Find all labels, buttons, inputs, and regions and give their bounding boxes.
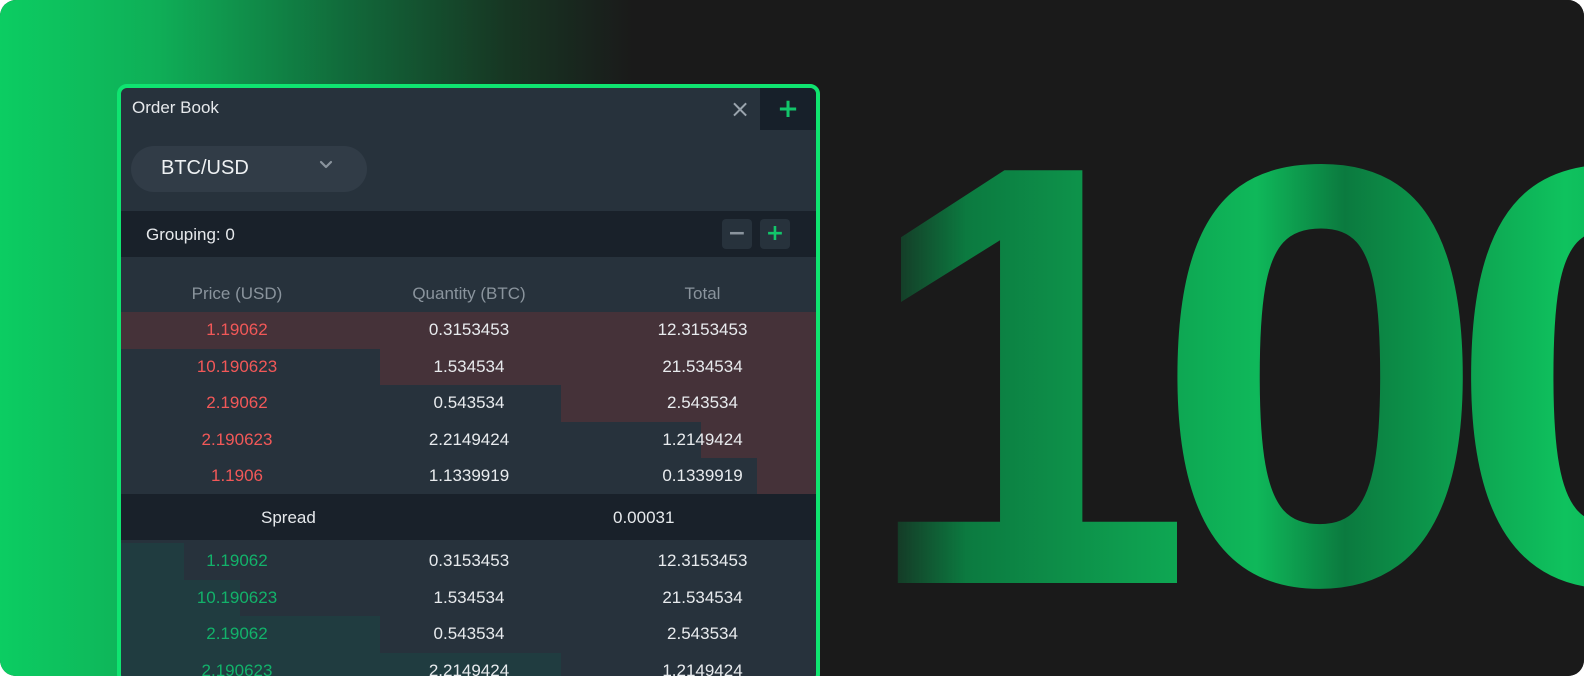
column-headers: Price (USD) Quantity (BTC) Total bbox=[121, 284, 816, 308]
bid-quantity: 2.2149424 bbox=[428, 660, 510, 676]
ask-price: 2.19062 bbox=[206, 393, 268, 413]
bid-quantity: 0.3153453 bbox=[428, 551, 510, 570]
bids-list: 1.19062 0.3153453 12.3153453 10.190623 1… bbox=[121, 543, 816, 676]
ask-total: 21.534534 bbox=[662, 356, 743, 376]
column-header-total: Total bbox=[684, 284, 721, 303]
spread-label: Spread bbox=[261, 508, 316, 527]
bid-quantity: 0.543534 bbox=[433, 624, 505, 644]
widget-title: Order Book bbox=[132, 98, 219, 117]
ask-quantity: 1.1339919 bbox=[428, 466, 510, 486]
ask-row[interactable]: 10.190623 1.534534 21.534534 bbox=[121, 348, 816, 386]
bid-price: 10.190623 bbox=[196, 587, 278, 607]
bid-total: 12.3153453 bbox=[657, 551, 748, 570]
bid-row[interactable]: 2.190623 2.2149424 1.2149424 bbox=[121, 652, 816, 676]
ask-quantity: 0.3153453 bbox=[428, 320, 510, 339]
bid-price: 1.19062 bbox=[206, 551, 268, 570]
chevron-down-icon bbox=[319, 160, 333, 169]
column-header-quantity: Quantity (BTC) bbox=[412, 284, 526, 303]
widget-titlebar: Order Book × + bbox=[121, 88, 816, 132]
close-icon[interactable]: × bbox=[729, 97, 751, 121]
ask-total: 12.3153453 bbox=[657, 320, 748, 339]
bid-row[interactable]: 1.19062 0.3153453 12.3153453 bbox=[121, 543, 816, 580]
grouping-bar: Grouping: 0 − + bbox=[121, 211, 816, 257]
bid-total: 1.2149424 bbox=[662, 660, 743, 676]
promo-canvas: 100 Order Book × + BTC/USD Grouping: 0 −… bbox=[0, 0, 1584, 676]
ask-price: 2.190623 bbox=[201, 429, 273, 449]
ask-quantity: 2.2149424 bbox=[428, 429, 510, 449]
ask-row[interactable]: 2.19062 0.543534 2.543534 bbox=[121, 385, 816, 422]
ask-total: 1.2149424 bbox=[662, 429, 743, 449]
asks-list: 1.19062 0.3153453 12.3153453 10.190623 1… bbox=[121, 312, 816, 495]
pair-select-value: BTC/USD bbox=[161, 157, 249, 179]
bid-total: 2.543534 bbox=[667, 624, 738, 644]
bid-row[interactable]: 10.190623 1.534534 21.534534 bbox=[121, 579, 816, 617]
ask-price: 10.190623 bbox=[196, 356, 278, 376]
column-header-price: Price (USD) bbox=[191, 284, 283, 303]
bid-row[interactable]: 2.19062 0.543534 2.543534 bbox=[121, 616, 816, 653]
grouping-increase-button[interactable]: + bbox=[760, 219, 790, 249]
bid-quantity: 1.534534 bbox=[433, 587, 505, 607]
pair-select[interactable]: BTC/USD bbox=[131, 146, 367, 192]
ask-total: 0.1339919 bbox=[662, 466, 743, 486]
ask-row[interactable]: 1.1906 1.1339919 0.1339919 bbox=[121, 458, 816, 495]
ask-quantity: 1.534534 bbox=[433, 356, 505, 376]
bid-price: 2.19062 bbox=[206, 624, 268, 644]
ask-row[interactable]: 2.190623 2.2149424 1.2149424 bbox=[121, 421, 816, 459]
hero-number: 100 bbox=[860, 76, 1584, 676]
ask-price: 1.1906 bbox=[211, 466, 263, 486]
ask-row[interactable]: 1.19062 0.3153453 12.3153453 bbox=[121, 312, 816, 349]
grouping-decrease-button[interactable]: − bbox=[722, 219, 752, 249]
bid-total: 21.534534 bbox=[662, 587, 743, 607]
plus-icon[interactable]: + bbox=[760, 88, 816, 130]
ask-price: 1.19062 bbox=[206, 320, 268, 339]
order-book-widget: Order Book × + BTC/USD Grouping: 0 − + P… bbox=[117, 84, 820, 676]
ask-quantity: 0.543534 bbox=[433, 393, 505, 413]
spread-bar: Spread 0.00031 bbox=[121, 494, 816, 540]
ask-total: 2.543534 bbox=[667, 393, 738, 413]
grouping-label: Grouping: 0 bbox=[146, 225, 235, 244]
bid-price: 2.190623 bbox=[201, 660, 273, 676]
spread-value: 0.00031 bbox=[613, 508, 675, 527]
